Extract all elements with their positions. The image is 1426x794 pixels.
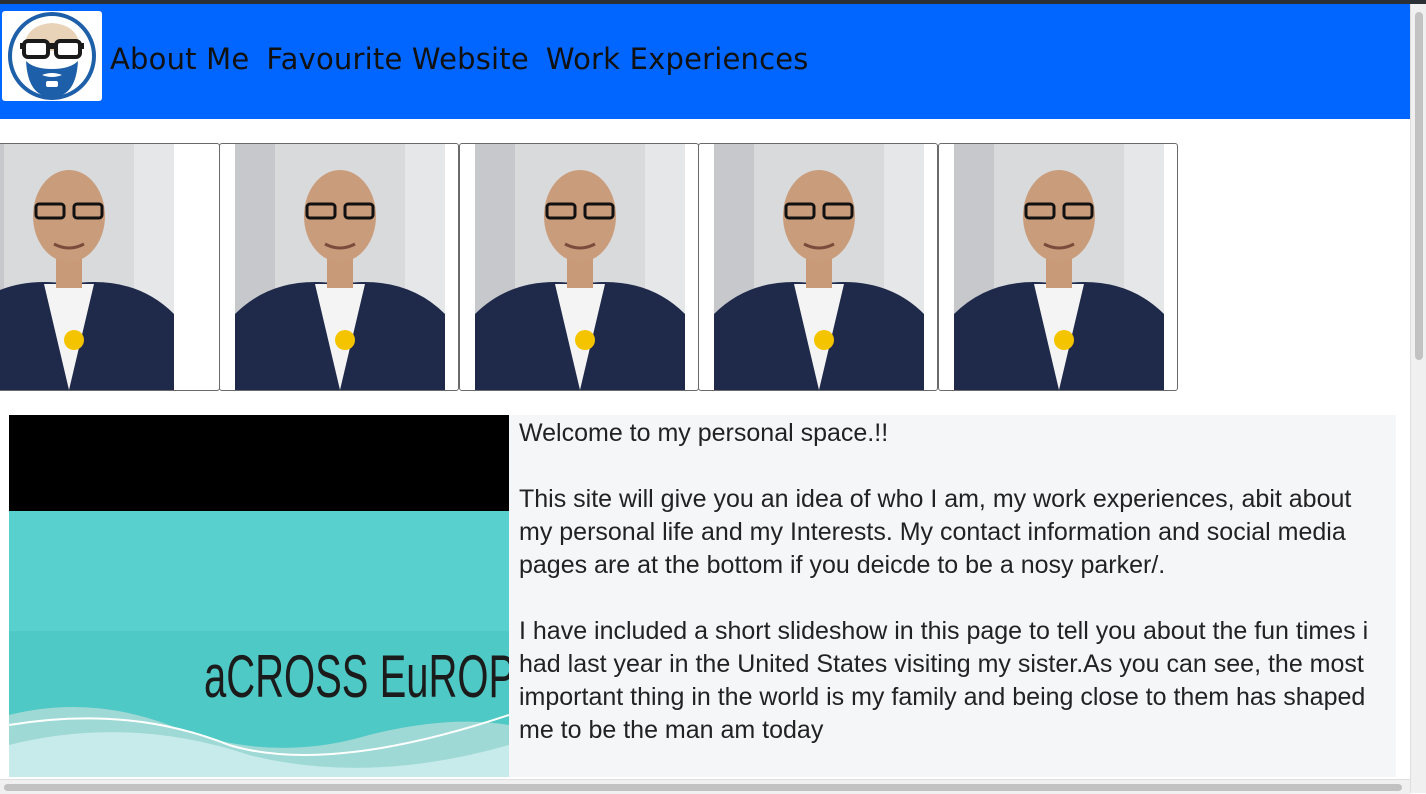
intro-text: Welcome to my personal space.!! This sit…: [519, 417, 1389, 780]
horizontal-scroll-thumb[interactable]: [4, 784, 1402, 791]
horizontal-scrollbar[interactable]: [0, 779, 1410, 794]
profile-photo-icon: [714, 144, 924, 390]
profile-photo-icon: [954, 144, 1164, 390]
vertical-scroll-thumb[interactable]: [1415, 12, 1423, 360]
video-title-text: aCROSS EuROPE: [204, 643, 509, 710]
vertical-scrollbar[interactable]: [1410, 4, 1426, 793]
gallery-photo-2[interactable]: [219, 143, 459, 391]
intro-section: aCROSS EuROPE Welcome to my personal spa…: [9, 415, 1396, 777]
intro-paragraph-3: I have included a short slideshow in thi…: [519, 617, 1369, 744]
gallery-photo-4[interactable]: [698, 143, 938, 391]
gallery-photo-1[interactable]: [0, 143, 220, 391]
profile-photo-icon: [235, 144, 445, 390]
navbar: About Me Favourite Website Work Experien…: [0, 4, 1410, 119]
slideshow-video[interactable]: aCROSS EuROPE: [9, 415, 509, 777]
nav-about-me-link[interactable]: About Me: [110, 42, 249, 76]
profile-photo-icon: [0, 144, 174, 390]
video-frame: aCROSS EuROPE: [9, 415, 509, 777]
gallery-photo-3[interactable]: [459, 143, 699, 391]
profile-photo-icon: [475, 144, 685, 390]
nav-work-experiences-link[interactable]: Work Experiences: [546, 42, 809, 76]
logo[interactable]: [2, 11, 102, 101]
avatar-logo-icon: [8, 12, 96, 100]
gallery-photo-5[interactable]: [938, 143, 1178, 391]
intro-paragraph-1: Welcome to my personal space.!!: [519, 419, 889, 447]
nav-favourite-website-link[interactable]: Favourite Website: [266, 42, 529, 76]
intro-paragraph-2: This site will give you an idea of who I…: [519, 485, 1352, 579]
nav-links: About Me Favourite Website Work Experien…: [110, 42, 826, 76]
